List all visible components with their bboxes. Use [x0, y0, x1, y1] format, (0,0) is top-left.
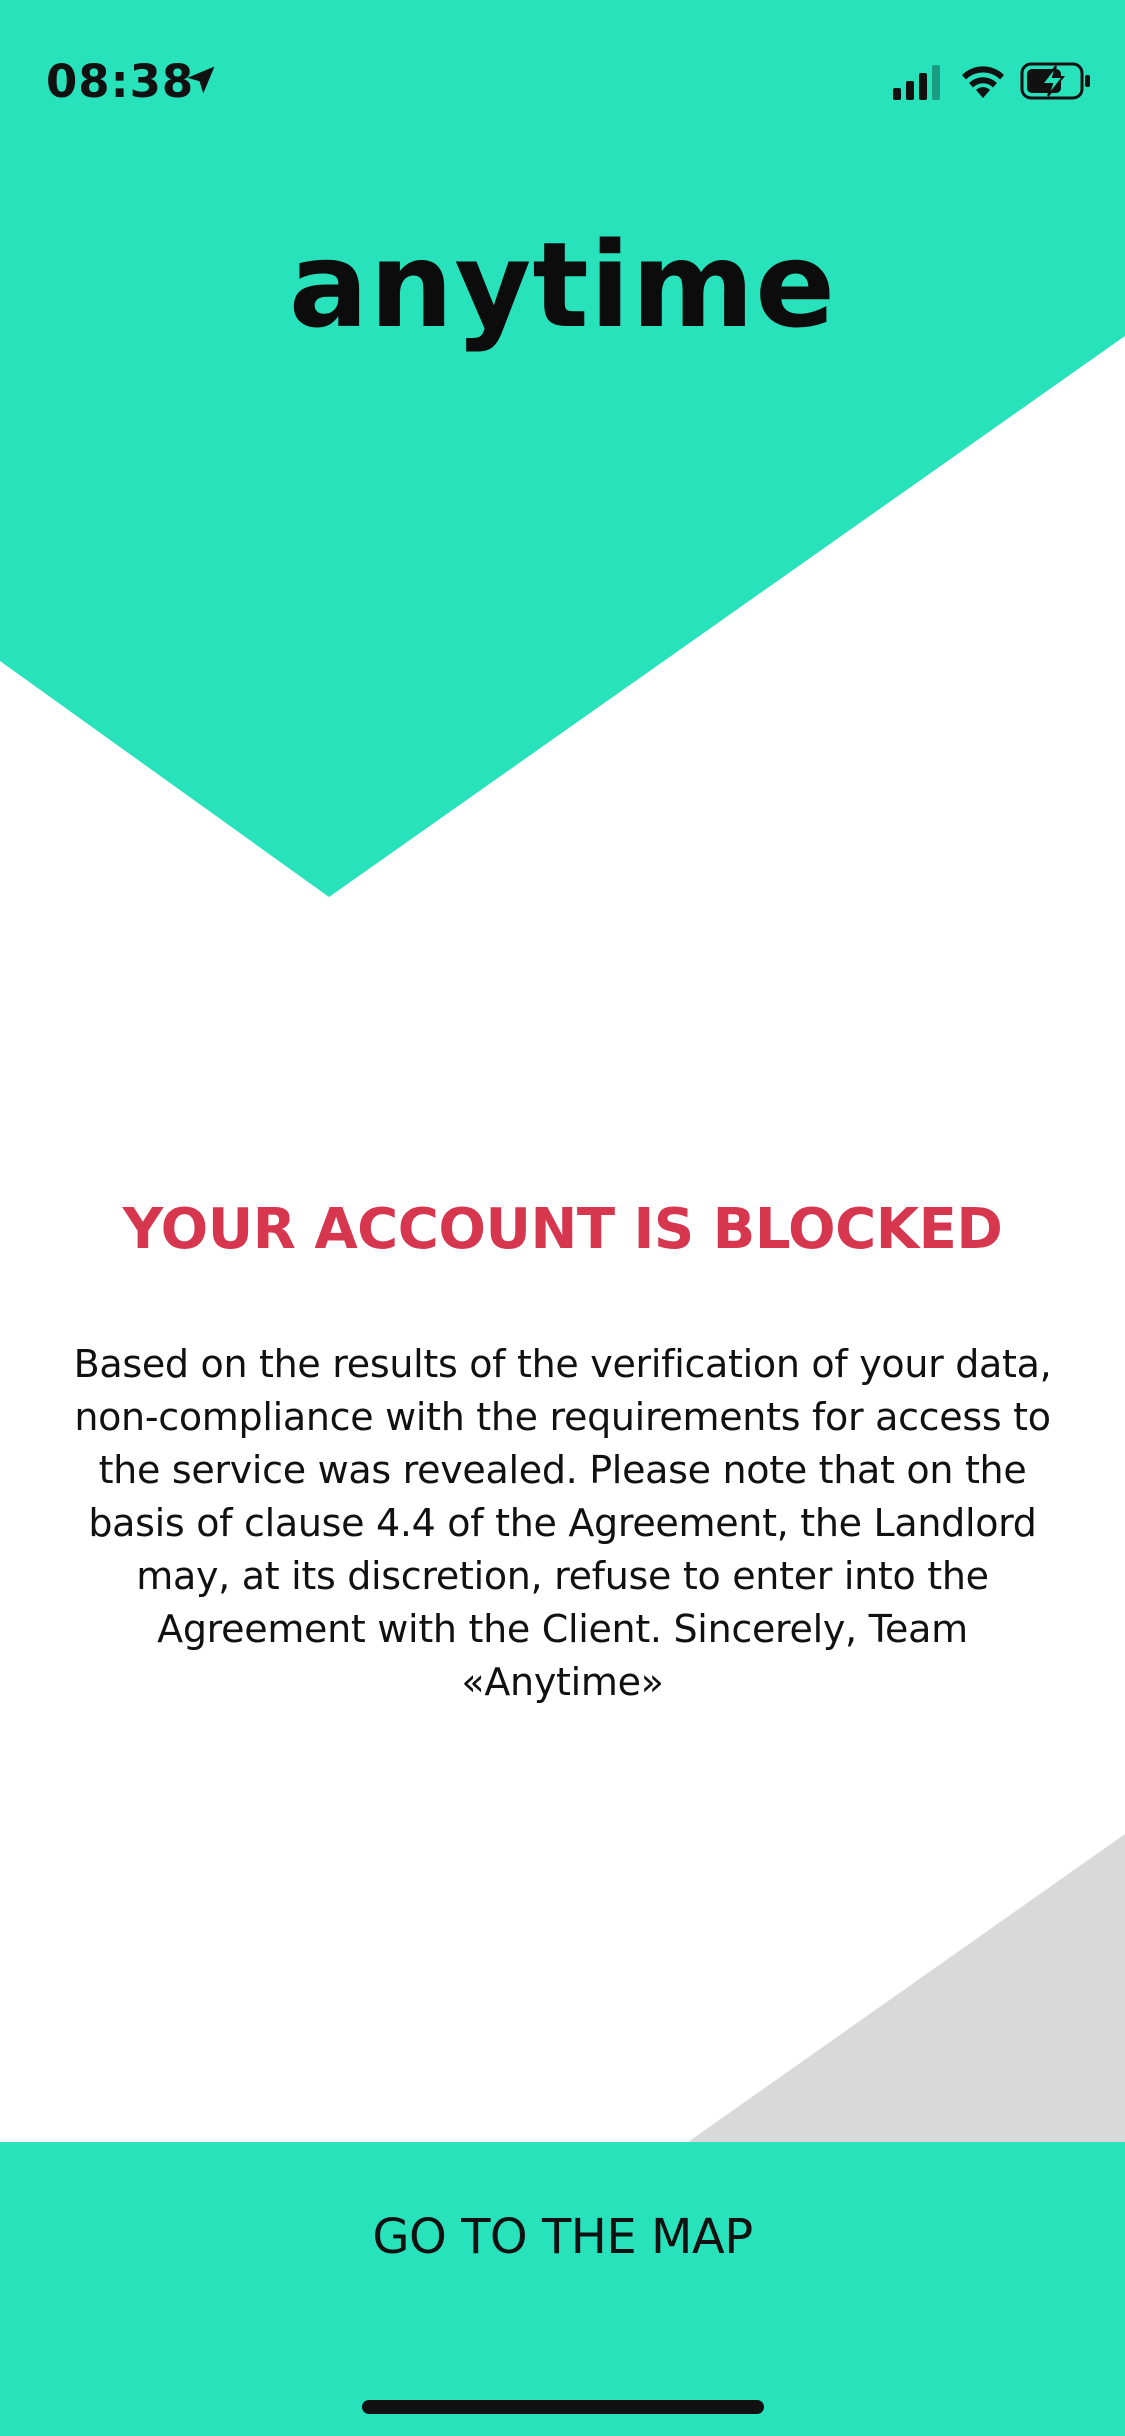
bottom-action-bar: GO TO THE MAP	[0, 2142, 1125, 2436]
blocked-message: Based on the results of the verification…	[73, 1342, 1052, 1704]
go-to-map-button[interactable]: GO TO THE MAP	[0, 2142, 1125, 2332]
location-arrow-icon	[187, 66, 215, 94]
home-indicator[interactable]	[362, 2400, 764, 2414]
anytime-logo: anytime	[288, 216, 837, 354]
cellular-signal-icon	[893, 65, 940, 100]
blocked-account-screen: 08:38 anytime YOUR ACCOUNT IS BLOCKED Ba…	[0, 0, 1125, 2436]
gray-corner-shape	[688, 1834, 1125, 2142]
battery-charging-icon	[1020, 62, 1090, 100]
status-time: 08:38	[46, 55, 195, 108]
status-bar: 08:38	[0, 0, 1125, 150]
blocked-title: YOUR ACCOUNT IS BLOCKED	[122, 1197, 1003, 1262]
wifi-icon	[962, 66, 1004, 98]
